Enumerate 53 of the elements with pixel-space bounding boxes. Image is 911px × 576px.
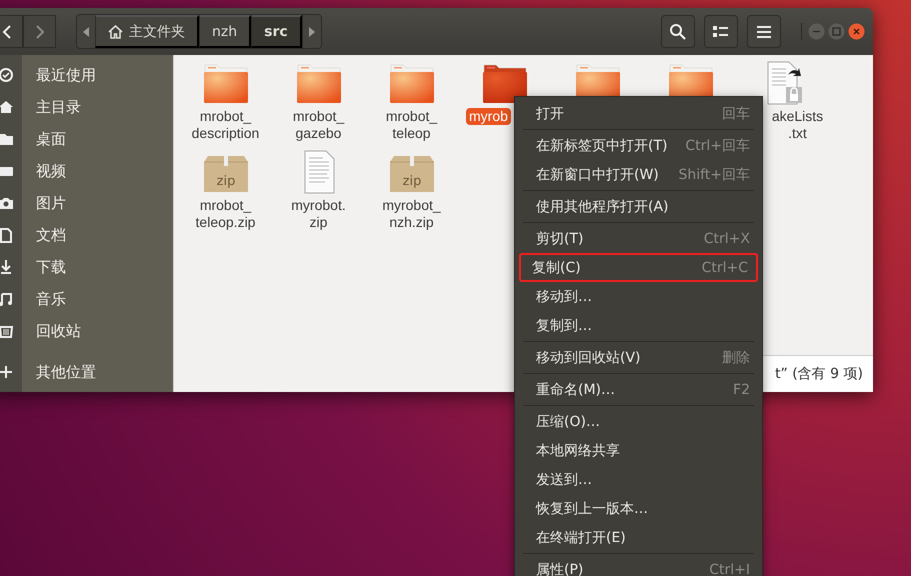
home-icon <box>108 24 123 38</box>
sidebar-item[interactable]: 主目录 <box>0 91 173 123</box>
sidebar-item[interactable]: 图片 <box>0 187 173 219</box>
list-icon <box>713 26 729 38</box>
file-name[interactable]: myrobot_ nzh.zip <box>379 197 444 231</box>
sidebar-item[interactable]: 音乐 <box>0 283 173 315</box>
menu-item[interactable]: 移动到… <box>519 282 758 311</box>
close-button[interactable] <box>848 23 865 40</box>
search-button[interactable] <box>661 15 695 48</box>
menu-item[interactable]: 压缩(O)… <box>519 407 758 436</box>
menu-item[interactable]: 在新标签页中打开(T) Ctrl+回车 <box>519 131 758 160</box>
sidebar-item[interactable]: 下载 <box>0 251 173 283</box>
sidebar-item[interactable]: 文档 <box>0 219 173 251</box>
menu-item[interactable]: 打开 回车 <box>519 99 758 128</box>
file-name[interactable]: myrobot. zip <box>288 197 349 231</box>
chevron-right-icon <box>34 24 44 38</box>
sidebar-item[interactable]: 回收站 <box>0 315 173 347</box>
document-icon <box>0 227 14 243</box>
menu-item[interactable]: 恢复到上一版本… <box>519 494 758 523</box>
trash-icon <box>0 323 14 339</box>
home-icon <box>0 99 14 115</box>
sidebar-item[interactable]: 桌面 <box>0 123 173 155</box>
file-name[interactable]: akeLists .txt <box>768 108 826 142</box>
menu-item[interactable]: 发送到… <box>519 465 758 494</box>
file-name[interactable]: mrobot_ gazebo <box>290 108 348 142</box>
file-name[interactable]: mrobot_ teleop.zip <box>192 197 258 231</box>
menu-button[interactable] <box>747 15 781 48</box>
download-icon <box>0 259 14 275</box>
chevron-left-icon <box>2 24 12 38</box>
music-icon <box>0 291 14 307</box>
menu-item[interactable]: 属性(P) Ctrl+I <box>519 555 758 576</box>
camera-icon <box>0 195 14 211</box>
scroll-right-icon[interactable] <box>308 26 315 36</box>
menu-item[interactable]: 使用其他程序打开(A) <box>519 192 758 221</box>
menu-item[interactable]: 复制(C) Ctrl+C <box>519 253 758 282</box>
sidebar-item[interactable]: 视频 <box>0 155 173 187</box>
path-button[interactable]: 主文件夹 <box>95 15 199 48</box>
search-icon <box>669 22 687 40</box>
file-name[interactable]: myrob <box>466 108 511 125</box>
sidebar-item[interactable]: 最近使用 <box>0 59 173 91</box>
menu-item[interactable]: 在新窗口中打开(W) Shift+回车 <box>519 160 758 189</box>
list-view-button[interactable] <box>704 15 738 48</box>
file-name[interactable]: mrobot_ description <box>188 108 262 142</box>
menu-item[interactable]: 本地网络共享 <box>519 436 758 465</box>
forward-button[interactable] <box>23 15 56 48</box>
menu-item[interactable]: 剪切(T) Ctrl+X <box>519 224 758 253</box>
menu-item[interactable]: 复制到… <box>519 311 758 340</box>
file-name[interactable]: mrobot_ teleop <box>382 108 440 142</box>
path-button[interactable]: src <box>251 15 302 48</box>
sidebar-item[interactable]: 其他位置 <box>0 356 173 388</box>
scroll-left-icon[interactable] <box>83 26 89 36</box>
menu-icon <box>757 26 771 38</box>
menu-item[interactable]: 在终端打开(E) <box>519 523 758 552</box>
